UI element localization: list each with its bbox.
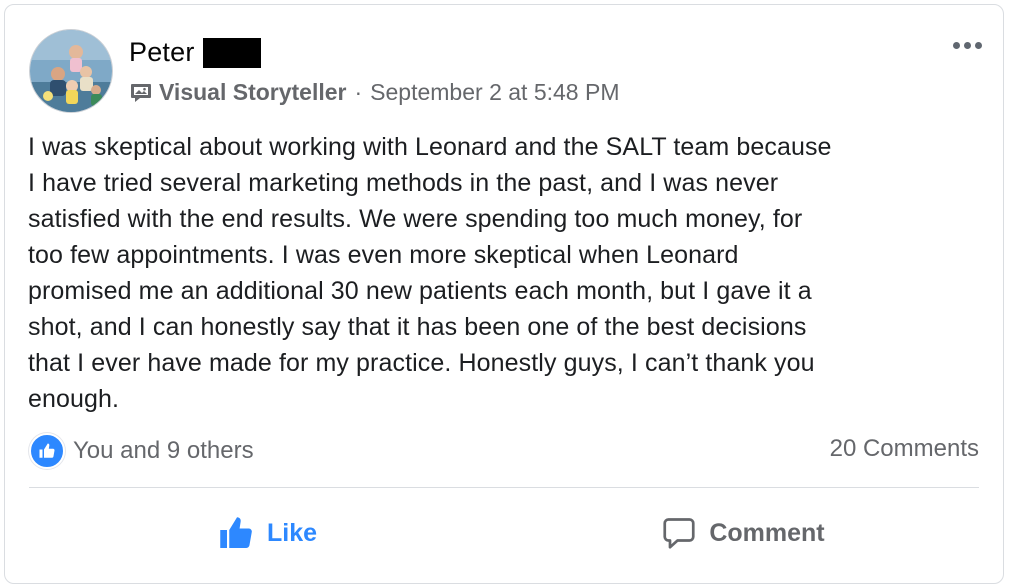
reaction-summary[interactable]: You and 9 others — [29, 433, 254, 469]
post-card: Peter Visual Storyteller · September 2 a… — [4, 4, 1004, 584]
badge-label[interactable]: Visual Storyteller — [159, 79, 347, 106]
author-avatar[interactable] — [29, 29, 113, 113]
post-meta: Visual Storyteller · September 2 at 5:48… — [129, 79, 619, 106]
reactions-label: You and 9 others — [73, 437, 254, 464]
comment-label: Comment — [709, 518, 825, 547]
more-dot — [963, 41, 971, 49]
comments-count-link[interactable]: 20 Comments — [830, 435, 979, 463]
like-label: Like — [266, 518, 318, 547]
post-body-text: I was skeptical about working with Leona… — [28, 133, 832, 413]
more-dot — [974, 41, 982, 49]
comment-button[interactable]: Comment — [505, 505, 981, 561]
redaction-box — [202, 37, 261, 68]
avatar-photo — [30, 30, 112, 112]
thumbs-up-icon — [39, 443, 55, 458]
more-options-icon[interactable] — [945, 27, 989, 63]
storyteller-badge-icon — [131, 83, 151, 102]
meta-separator: · — [354, 79, 363, 105]
comment-bubble-icon — [663, 518, 695, 549]
action-divider — [29, 487, 979, 488]
like-button[interactable]: Like — [29, 505, 505, 561]
like-reaction-icon — [29, 433, 65, 469]
more-dot — [952, 41, 960, 49]
post-timestamp[interactable]: September 2 at 5:48 PM — [370, 79, 619, 106]
author-name[interactable]: Peter — [129, 37, 195, 68]
thumbs-up-icon — [220, 517, 252, 548]
author-row: Peter — [129, 37, 261, 68]
